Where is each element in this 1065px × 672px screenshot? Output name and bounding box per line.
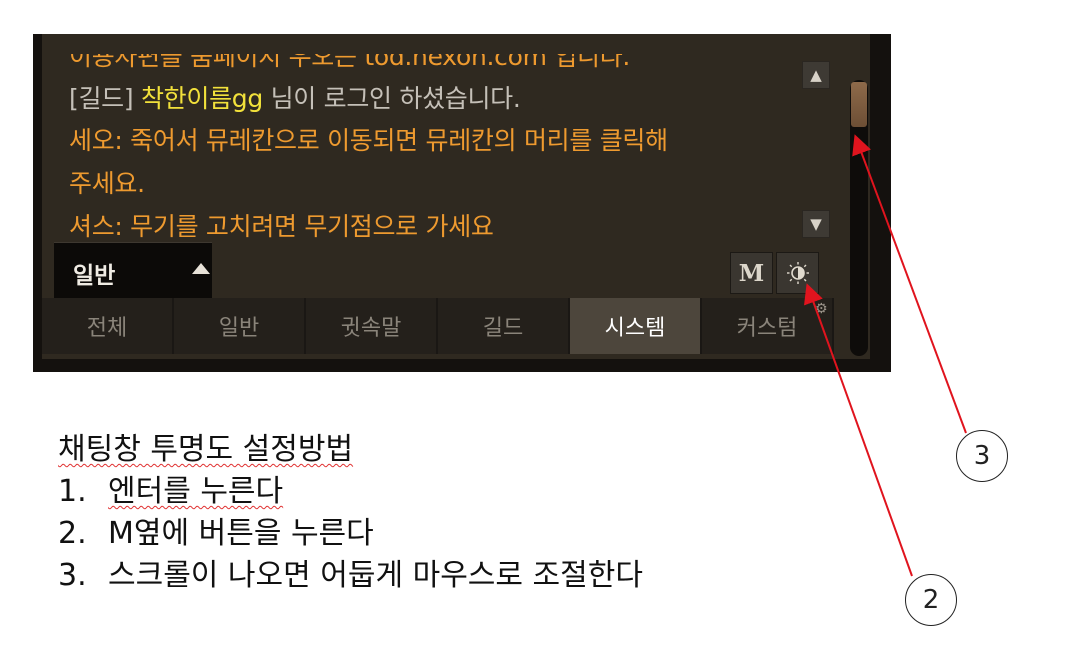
arrow-to-scrollbar	[852, 134, 967, 434]
callout-2: 2	[905, 574, 957, 626]
callout-arrows	[804, 134, 967, 577]
callout-3: 3	[956, 430, 1008, 482]
arrow-to-opacity-button	[804, 283, 913, 577]
